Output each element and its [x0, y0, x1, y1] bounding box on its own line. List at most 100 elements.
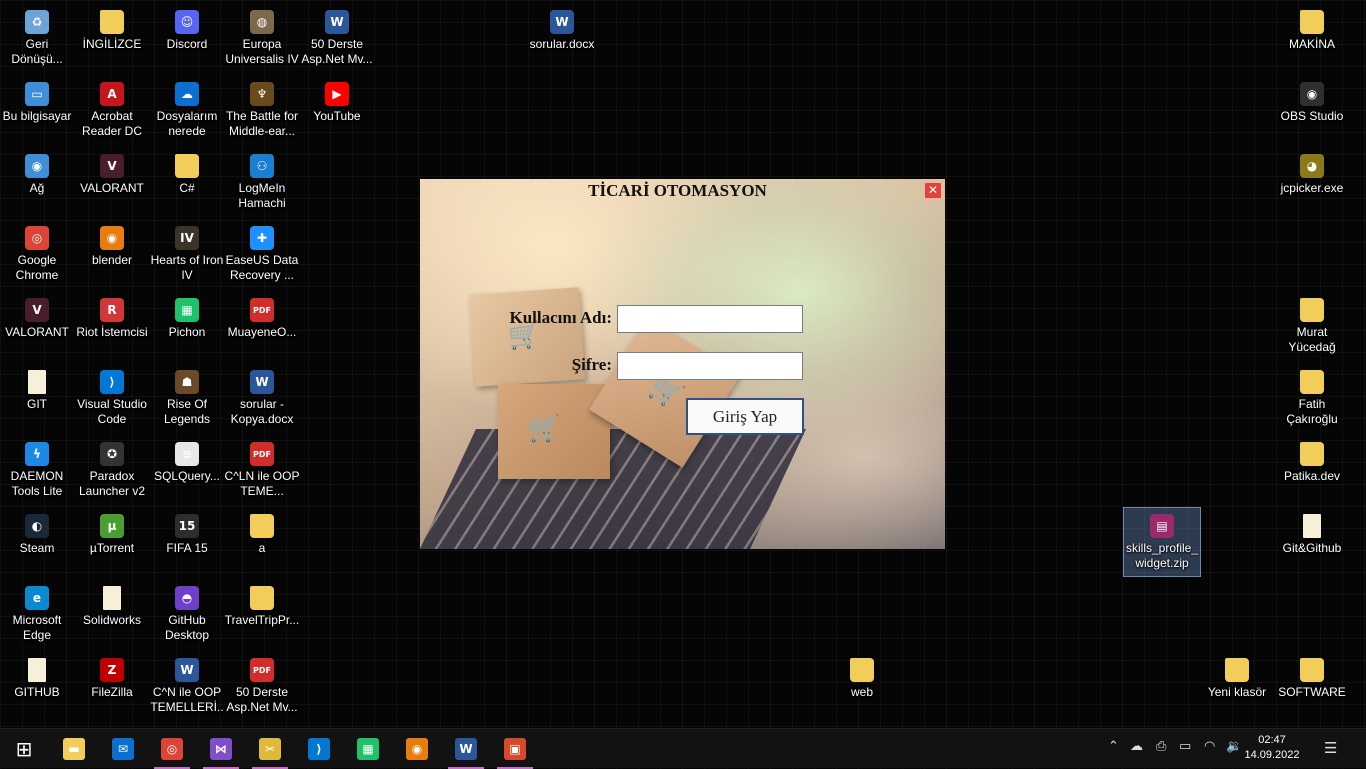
desktop-icon[interactable]: A Acrobat Reader DC: [74, 76, 150, 144]
desktop-icon[interactable]: W 50 Derste Asp.Net Mv...: [299, 4, 375, 72]
desktop-icon[interactable]: ▤ skills_profile_widget.zip: [1123, 507, 1201, 577]
chrome-icon: ◎: [161, 738, 183, 760]
desktop-icon[interactable]: ▦ Pichon: [149, 292, 225, 360]
desktop-icon[interactable]: ◕ jcpicker.exe: [1274, 148, 1350, 216]
desktop-icon[interactable]: ◓ GitHub Desktop: [149, 580, 225, 648]
desktop-icon[interactable]: Wsorular.docx: [524, 4, 600, 72]
desktop-icon[interactable]: Fatih Çakıroğlu: [1274, 364, 1350, 432]
desktop-icon[interactable]: ☁ Dosyalarım nerede: [149, 76, 225, 144]
wifi-icon[interactable]: ◠: [1204, 739, 1215, 754]
desktop-icon-label: µTorrent: [89, 541, 135, 555]
desktop-icon[interactable]: e Microsoft Edge: [0, 580, 75, 648]
recycle-bin-icon: ♻: [25, 10, 49, 34]
desktop-icon[interactable]: Yeni klasör: [1199, 652, 1275, 720]
password-input[interactable]: [617, 352, 803, 380]
desktop-icon[interactable]: C#: [149, 148, 225, 216]
desktop-icon[interactable]: TravelTripPr...: [224, 580, 300, 648]
desktop-icon[interactable]: ◎ Google Chrome: [0, 220, 75, 288]
desktop-icon[interactable]: ✚ EaseUS Data Recovery ...: [224, 220, 300, 288]
taskbar-button[interactable]: W: [442, 729, 490, 769]
desktop-icon-label: Pichon: [168, 325, 206, 339]
computer-icon: ▭: [25, 82, 49, 106]
desktop-icon[interactable]: 15 FIFA 15: [149, 508, 225, 576]
login-button[interactable]: Giriş Yap: [686, 398, 804, 435]
clock[interactable]: 02:47 14.09.2022: [1240, 733, 1304, 763]
desktop-icon[interactable]: ⚇ LogMeIn Hamachi: [224, 148, 300, 216]
desktop-icon[interactable]: µ µTorrent: [74, 508, 150, 576]
desktop-icon[interactable]: Murat Yücedağ: [1274, 292, 1350, 360]
desktop-icon[interactable]: MAKİNA: [1274, 4, 1350, 72]
desktop-icon[interactable]: ♻ Geri Dönüşü...: [0, 4, 75, 72]
taskbar-button[interactable]: ◎: [148, 729, 196, 769]
taskbar-button[interactable]: ▬: [50, 729, 98, 769]
desktop-icon[interactable]: V VALORANT: [74, 148, 150, 216]
desktop-icon[interactable]: ☺ Discord: [149, 4, 225, 72]
desktop-icon-label: C#: [179, 181, 195, 195]
desktop-icon[interactable]: ▭ Bu bilgisayar: [0, 76, 75, 144]
pichon-icon: ▦: [175, 298, 199, 322]
desktop-icon[interactable]: W C^N ile OOP TEMELLERİ...: [149, 652, 225, 720]
desktop-icon[interactable]: a: [224, 508, 300, 576]
desktop-icon[interactable]: ◉ blender: [74, 220, 150, 288]
desktop-icon-label: C^LN ile OOP TEME...: [224, 469, 300, 498]
taskbar-button[interactable]: ▦: [344, 729, 392, 769]
desktop-icon[interactable]: R Riot İstemcisi: [74, 292, 150, 360]
desktop-icon[interactable]: ☗ Rise Of Legends: [149, 364, 225, 432]
close-button[interactable]: ✕: [924, 182, 942, 199]
hamachi-icon: ⚇: [250, 154, 274, 178]
desktop-icon[interactable]: ≡ SQLQuery...: [149, 436, 225, 504]
desktop-icon[interactable]: SOFTWARE: [1274, 652, 1350, 720]
taskbar-button[interactable]: ◉: [393, 729, 441, 769]
cardboard-box-image: 🛒: [498, 384, 610, 479]
meet-now-icon[interactable]: ⎙: [1156, 739, 1166, 754]
desktop-icon[interactable]: ◉ OBS Studio: [1274, 76, 1350, 144]
notification-center-icon[interactable]: ☰: [1324, 739, 1337, 757]
desktop-icon-label: GITHUB: [14, 685, 60, 699]
desktop-icon[interactable]: Z FileZilla: [74, 652, 150, 720]
cloud-sync-icon[interactable]: ☁: [1130, 739, 1143, 754]
login-window: 🛒 🛒 🛒 TİCARİ OTOMASYON ✕ Kullacını Adı: …: [420, 179, 945, 549]
desktop-icon[interactable]: ▶ YouTube: [299, 76, 375, 144]
taskbar-button[interactable]: ▣: [491, 729, 539, 769]
fifa-icon: 15: [175, 514, 199, 538]
desktop-icon[interactable]: V VALORANT: [0, 292, 75, 360]
taskbar-button[interactable]: ⋈: [197, 729, 245, 769]
desktop-icon[interactable]: PDF 50 Derste Asp.Net Mv...: [224, 652, 300, 720]
desktop-icon[interactable]: ϟ DAEMON Tools Lite: [0, 436, 75, 504]
desktop-icon-label: a: [258, 541, 266, 555]
taskbar-button[interactable]: ⊞: [0, 729, 48, 769]
desktop-icon-label: SOFTWARE: [1278, 685, 1346, 699]
desktop-icon[interactable]: Git&Github: [1274, 508, 1350, 576]
taskbar-button[interactable]: ✉: [99, 729, 147, 769]
desktop-icon[interactable]: PDF C^LN ile OOP TEME...: [224, 436, 300, 504]
battery-icon[interactable]: ▭: [1179, 739, 1191, 754]
username-input[interactable]: [617, 305, 803, 333]
desktop-icon-label: Bu bilgisayar: [2, 109, 72, 123]
desktop-icon[interactable]: GITHUB: [0, 652, 75, 720]
desktop-icon[interactable]: PDF MuayeneO...: [224, 292, 300, 360]
file-icon: [28, 658, 46, 682]
chevron-up-icon[interactable]: ⌃: [1108, 739, 1119, 754]
desktop-icon-label: EaseUS Data Recovery ...: [225, 253, 299, 282]
desktop-icon[interactable]: İNGİLİZCE: [74, 4, 150, 72]
taskbar-button[interactable]: ✂: [246, 729, 294, 769]
desktop-icon[interactable]: ◐ Steam: [0, 508, 75, 576]
desktop-icon[interactable]: ◍ Europa Universalis IV: [224, 4, 300, 72]
desktop-icon-label: TravelTripPr...: [224, 613, 300, 627]
desktop-icon[interactable]: GIT: [0, 364, 75, 432]
taskbar-button[interactable]: ⟩: [295, 729, 343, 769]
mail-icon: ✉: [112, 738, 134, 760]
word-icon: W: [455, 738, 477, 760]
desktop-icon[interactable]: IV Hearts of Iron IV: [149, 220, 225, 288]
desktop-icon[interactable]: ⟩ Visual Studio Code: [74, 364, 150, 432]
desktop-icon[interactable]: ◉ Ağ: [0, 148, 75, 216]
desktop-icon[interactable]: ✪ Paradox Launcher v2: [74, 436, 150, 504]
desktop-icon[interactable]: Patika.dev: [1274, 436, 1350, 504]
desktop-icon-label: Murat Yücedağ: [1288, 325, 1336, 354]
desktop-icon[interactable]: Solidworks: [74, 580, 150, 648]
windows-start-icon: ⊞: [15, 737, 33, 761]
desktop-icon[interactable]: Wsorular - Kopya.docx: [224, 364, 300, 432]
desktop-icon-label: Fatih Çakıroğlu: [1286, 397, 1338, 426]
desktop-icon[interactable]: ♆ The Battle for Middle-ear...: [224, 76, 300, 144]
desktop-icon[interactable]: web: [824, 652, 900, 720]
